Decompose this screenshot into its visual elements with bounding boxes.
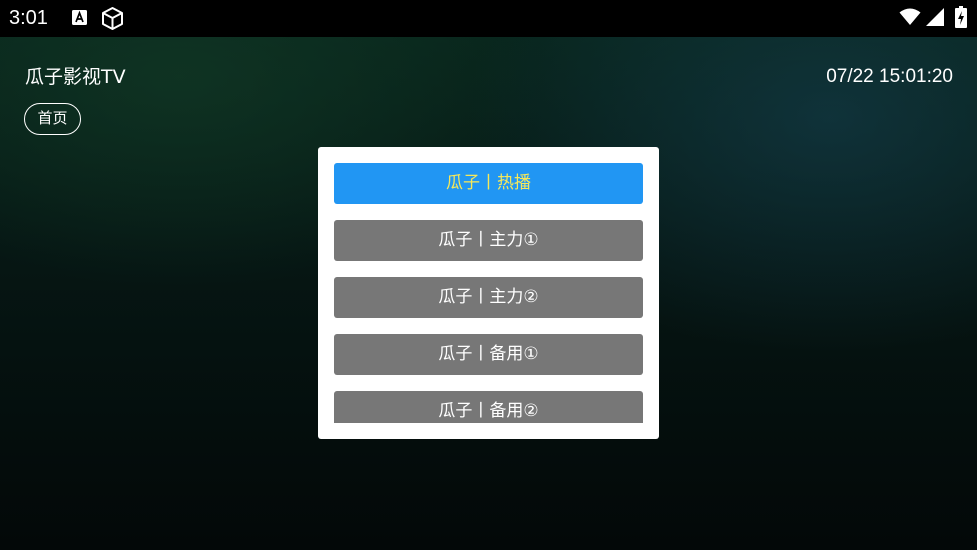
signal-icon (926, 8, 944, 26)
tab-home[interactable]: 首页 (24, 103, 81, 135)
a-notification-icon (72, 10, 87, 25)
source-item-main-2[interactable]: 瓜子丨主力② (334, 277, 643, 318)
source-list[interactable]: 瓜子丨热播 瓜子丨主力① 瓜子丨主力② 瓜子丨备用① 瓜子丨备用② (334, 163, 643, 423)
source-item-backup-2[interactable]: 瓜子丨备用② (334, 391, 643, 423)
status-bar: 3:01 (0, 0, 977, 37)
app-title: 瓜子影视TV (25, 66, 126, 88)
source-item-backup-1[interactable]: 瓜子丨备用① (334, 334, 643, 375)
cube-icon (102, 7, 123, 30)
source-item-main-1[interactable]: 瓜子丨主力① (334, 220, 643, 261)
source-item-hot[interactable]: 瓜子丨热播 (334, 163, 643, 204)
battery-charging-icon (955, 6, 967, 28)
status-time: 3:01 (9, 7, 48, 29)
source-select-dialog: 瓜子丨热播 瓜子丨主力① 瓜子丨主力② 瓜子丨备用① 瓜子丨备用② (318, 147, 659, 439)
datetime-clock: 07/22 15:01:20 (826, 66, 953, 87)
wifi-icon (899, 8, 921, 25)
